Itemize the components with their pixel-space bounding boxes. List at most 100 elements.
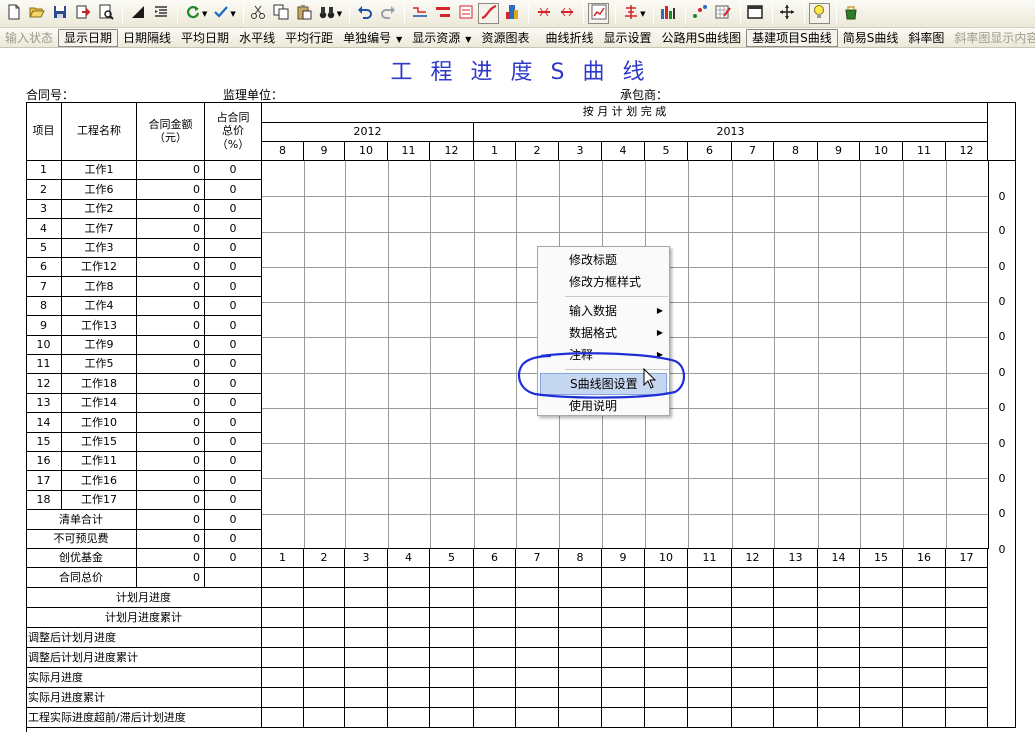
progress-cell [474, 588, 516, 608]
progress-cell [645, 708, 688, 728]
context-menu-item[interactable]: 注释 ▶ [538, 344, 669, 366]
copy-button[interactable] [271, 3, 292, 24]
refresh-button[interactable] [182, 3, 203, 24]
new-file-button[interactable] [3, 3, 24, 24]
progress-row-label: 工程实际进度超前/滞后计划进度 [26, 708, 262, 728]
dropdown-arrow-icon[interactable]: ▼ [337, 10, 342, 18]
undo-button[interactable] [354, 3, 375, 24]
bulb-button[interactable] [808, 3, 830, 24]
paste-button[interactable] [294, 3, 315, 24]
toolbar-separator [122, 3, 123, 24]
cut-button[interactable] [248, 3, 269, 24]
chart-gridline [262, 514, 988, 515]
view-option-button[interactable]: 平均日期 [176, 29, 234, 47]
context-menu-item[interactable]: 修改标题 [538, 249, 669, 271]
period-number: 9 [602, 549, 645, 568]
indent-button[interactable] [150, 3, 171, 24]
view-option-button[interactable]: 单独编号 ▼ [338, 29, 407, 47]
view-option-button[interactable]: 显示日期 [58, 28, 119, 47]
window-button[interactable] [745, 3, 766, 24]
progress-cell [860, 628, 903, 648]
progress-cell [732, 608, 774, 628]
mouse-pointer-icon [643, 368, 657, 389]
compress-button[interactable] [533, 3, 554, 24]
view-option-button[interactable]: 斜率图显示内容 [949, 29, 1035, 47]
row-number: 10 [26, 336, 62, 355]
column-chart-button[interactable] [658, 3, 679, 24]
contract-amount: 0 [137, 491, 205, 510]
contract-percent: 0 [205, 316, 262, 336]
form-button[interactable] [455, 3, 476, 24]
view-option-label: 资源图表 [481, 30, 530, 45]
check-button[interactable] [210, 3, 231, 24]
view-option-button[interactable]: 显示资源 ▼ [407, 29, 476, 47]
window-icon [747, 4, 763, 23]
view-option-button[interactable]: 输入状态 [0, 29, 58, 47]
view-option-button[interactable]: 曲线折线 [540, 29, 598, 47]
triangle-button[interactable] [127, 3, 148, 24]
line-style-button[interactable] [409, 3, 430, 24]
view-option-button[interactable]: 日期隔线 [118, 29, 176, 47]
contract-amount: 0 [137, 161, 205, 180]
menu-item-label: 修改标题 [569, 253, 618, 267]
print-preview-button[interactable] [95, 3, 116, 24]
progress-cell [345, 628, 388, 648]
progress-cell [559, 568, 602, 588]
progress-cell [304, 588, 345, 608]
contract-no-label: 合同号： [26, 88, 75, 102]
year-header: 2012 [262, 123, 474, 142]
progress-cell [516, 708, 559, 728]
period-number: 7 [516, 549, 559, 568]
view-option-button[interactable]: 基建项目S曲线 [746, 28, 838, 47]
curve-button[interactable] [478, 3, 500, 24]
view-option-button[interactable]: 水平线 [234, 29, 280, 47]
grid-edit-button[interactable] [713, 3, 734, 24]
scatter-button[interactable] [690, 3, 711, 24]
progress-cell [262, 648, 304, 668]
toolbar-separator [652, 3, 654, 24]
view-option-button[interactable]: 简易S曲线 [838, 29, 904, 47]
view-option-button[interactable]: 资源图表 [476, 29, 534, 47]
binoculars-button[interactable] [317, 3, 338, 24]
progress-cell [860, 568, 903, 588]
view-option-button[interactable]: 平均行距 [280, 29, 338, 47]
bar-style-button[interactable] [432, 3, 453, 24]
contract-percent: 0 [205, 200, 262, 219]
view-option-label: 日期隔线 [123, 30, 172, 45]
progress-cell [430, 688, 474, 708]
chart-check-button[interactable] [588, 3, 610, 24]
progress-cell [388, 608, 430, 628]
bucket-button[interactable] [841, 3, 862, 24]
context-menu-item[interactable]: 使用说明 [538, 395, 669, 417]
export-button[interactable] [72, 3, 93, 24]
open-folder-button[interactable] [26, 3, 47, 24]
progress-cell [474, 608, 516, 628]
dropdown-arrow-icon[interactable]: ▼ [230, 10, 235, 18]
progress-cell [732, 628, 774, 648]
dropdown-arrow-icon[interactable]: ▼ [640, 10, 645, 18]
save-button[interactable] [49, 3, 70, 24]
view-option-button[interactable]: 斜率图 [903, 29, 949, 47]
context-menu-item[interactable]: 输入数据 ▶ [538, 300, 669, 322]
month-header: 6 [688, 142, 732, 161]
progress-cell [903, 568, 946, 588]
expand-button[interactable] [556, 3, 577, 24]
view-option-label: 简易S曲线 [842, 30, 899, 45]
dropdown-arrow-icon[interactable]: ▼ [202, 10, 207, 18]
progress-cell [430, 648, 474, 668]
work-name: 工作14 [62, 394, 137, 413]
period-number: 6 [474, 549, 516, 568]
align-button[interactable] [620, 3, 641, 24]
redo-button[interactable] [377, 3, 398, 24]
tower-button[interactable] [501, 3, 522, 24]
menu-item-label: 输入数据 [569, 304, 618, 318]
progress-cell [430, 708, 474, 728]
paste-icon [296, 4, 312, 23]
context-menu-item[interactable]: 数据格式 ▶ [538, 322, 669, 344]
context-menu-item[interactable]: 修改方框样式 [538, 271, 669, 293]
progress-cell [345, 708, 388, 728]
view-option-button[interactable]: 公路用S曲线图 [656, 29, 746, 47]
view-option-button[interactable]: 显示设置 [598, 29, 656, 47]
month-header: 5 [645, 142, 688, 161]
move-button[interactable] [777, 3, 798, 24]
